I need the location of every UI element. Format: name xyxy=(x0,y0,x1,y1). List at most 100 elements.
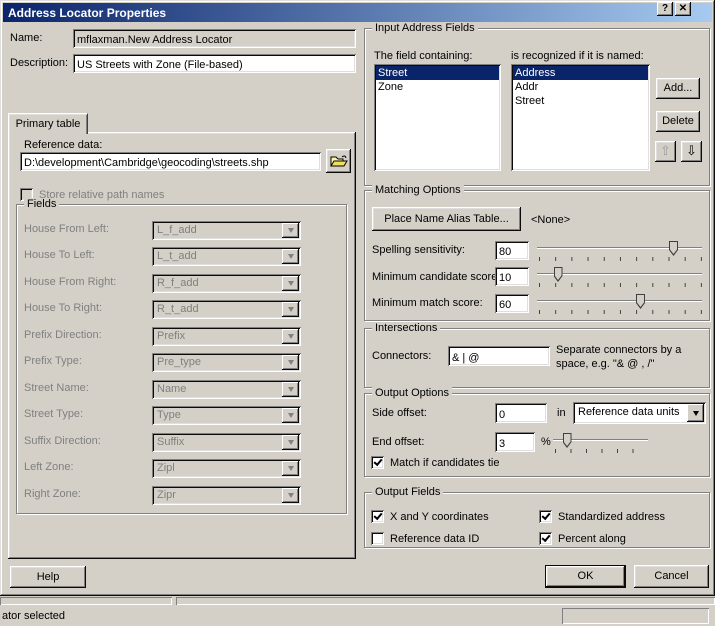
slider-thumb[interactable] xyxy=(553,267,563,282)
list-item-zone[interactable]: Zone xyxy=(376,80,499,94)
percent-along-checkbox[interactable] xyxy=(539,532,552,545)
field-row-label: House To Left: xyxy=(24,249,95,261)
end-offset-percent-label: % xyxy=(541,436,551,448)
fields-group-label: Fields xyxy=(24,198,60,210)
field-row-label: Prefix Direction: xyxy=(24,329,102,341)
ok-button[interactable]: OK xyxy=(545,565,626,588)
add-button[interactable]: Add... xyxy=(656,78,700,99)
field-containing-label: The field containing: xyxy=(374,50,473,62)
spelling-sensitivity-field[interactable] xyxy=(495,241,529,260)
spelling-sensitivity-slider[interactable] xyxy=(537,240,702,262)
side-offset-units-dropdown[interactable]: Reference data units xyxy=(573,402,706,424)
slider-thumb[interactable] xyxy=(636,294,645,309)
end-offset-label: End offset: xyxy=(372,436,425,448)
slider-thumb[interactable] xyxy=(562,433,572,448)
place-name-alias-table-button[interactable]: Place Name Alias Table... xyxy=(372,207,521,231)
combo-value: L_f_add xyxy=(157,224,197,236)
field-combo-house-from-right: R_f_add xyxy=(152,274,301,293)
reference-data-label: Reference data: xyxy=(24,139,103,151)
list-item-address[interactable]: Address xyxy=(513,66,648,80)
combo-value: Suffix xyxy=(157,436,185,448)
status-bar-text: ator selected xyxy=(2,610,65,622)
combo-value: Prefix xyxy=(157,330,186,342)
cancel-button[interactable]: Cancel xyxy=(634,565,709,588)
standardized-address-checkbox[interactable] xyxy=(539,510,552,523)
match-if-candidates-tie-checkbox[interactable] xyxy=(371,456,384,469)
field-combo-street-name: Name xyxy=(152,380,301,399)
field-combo-prefix-type: Pre_type xyxy=(152,353,301,372)
name-field[interactable] xyxy=(73,29,356,48)
minimum-candidate-score-slider[interactable] xyxy=(537,266,702,288)
dropdown-arrow-icon xyxy=(282,223,299,238)
field-combo-suffix-direction: Suffix xyxy=(152,433,301,452)
minimum-match-score-field[interactable] xyxy=(495,294,529,313)
screen: Address Locator Properties ? ✕ Name: Des… xyxy=(0,0,715,626)
slider-track xyxy=(537,300,702,302)
name-label: Name: xyxy=(10,32,43,44)
field-row-label: Street Type: xyxy=(24,408,84,420)
place-name-alias-table-label: Place Name Alias Table... xyxy=(384,213,509,225)
browse-reference-data-button[interactable] xyxy=(326,149,351,173)
field-row-label: House From Right: xyxy=(24,276,117,288)
side-offset-field[interactable] xyxy=(495,403,547,423)
address-locator-properties-dialog: Address Locator Properties ? ✕ Name: Des… xyxy=(0,0,715,596)
dropdown-arrow-icon[interactable] xyxy=(687,404,704,422)
close-icon: ✕ xyxy=(678,3,688,14)
window-title: Address Locator Properties xyxy=(8,5,167,20)
side-offset-label: Side offset: xyxy=(372,407,427,419)
description-field[interactable] xyxy=(73,54,356,73)
move-down-button[interactable]: ⇩ xyxy=(681,141,702,162)
combo-value: Type xyxy=(157,409,181,421)
field-row-label: House From Left: xyxy=(24,223,109,235)
output-fields-group-label: Output Fields xyxy=(372,486,444,498)
reference-data-id-checkbox[interactable] xyxy=(371,532,384,545)
open-folder-icon xyxy=(329,155,348,167)
context-help-button[interactable]: ? xyxy=(657,2,673,16)
combo-value: R_f_add xyxy=(157,277,199,289)
tab-primary-table-label: Primary table xyxy=(15,118,81,130)
dropdown-arrow-icon xyxy=(282,382,299,397)
list-item-street-alias[interactable]: Street xyxy=(513,94,648,108)
delete-button[interactable]: Delete xyxy=(656,111,700,132)
connectors-field[interactable] xyxy=(448,346,550,366)
tab-primary-table[interactable]: Primary table xyxy=(8,113,88,134)
field-combo-prefix-direction: Prefix xyxy=(152,327,301,346)
field-containing-list[interactable]: Street Zone xyxy=(374,64,501,171)
connectors-note-line1: Separate connectors by a xyxy=(556,344,682,356)
minimum-match-score-slider[interactable] xyxy=(537,293,702,315)
slider-thumb[interactable] xyxy=(669,241,678,256)
xy-coordinates-label: X and Y coordinates xyxy=(390,511,489,523)
percent-along-label: Percent along xyxy=(558,533,626,545)
end-offset-field[interactable] xyxy=(495,432,535,452)
field-combo-street-type: Type xyxy=(152,406,301,425)
slider-ticks xyxy=(555,449,648,453)
field-combo-house-from-left: L_f_add xyxy=(152,221,301,240)
output-options-group-label: Output Options xyxy=(372,387,452,399)
background-toolbar-strip xyxy=(0,597,172,605)
help-button[interactable]: Help xyxy=(10,566,86,588)
background-toolbar-strip xyxy=(176,597,715,605)
status-bar-panel xyxy=(562,608,709,624)
dropdown-arrow-icon xyxy=(282,435,299,450)
intersections-group-label: Intersections xyxy=(372,322,441,334)
field-row-label: House To Right: xyxy=(24,302,103,314)
side-offset-in-label: in xyxy=(557,407,566,419)
field-row-label: Prefix Type: xyxy=(24,355,82,367)
recognized-names-list[interactable]: Address Addr Street xyxy=(511,64,650,171)
dropdown-arrow-icon xyxy=(282,488,299,503)
slider-ticks xyxy=(539,310,702,314)
xy-coordinates-checkbox[interactable] xyxy=(371,510,384,523)
end-offset-slider[interactable] xyxy=(553,432,648,454)
reference-data-field[interactable] xyxy=(20,152,321,171)
title-bar[interactable]: Address Locator Properties xyxy=(3,3,712,22)
down-arrow-icon: ⇩ xyxy=(686,143,697,158)
close-button[interactable]: ✕ xyxy=(675,2,691,16)
combo-value: Name xyxy=(157,383,187,395)
spelling-sensitivity-label: Spelling sensitivity: xyxy=(372,244,465,256)
side-offset-units-value: Reference data units xyxy=(578,406,680,418)
list-item-addr[interactable]: Addr xyxy=(513,80,648,94)
minimum-candidate-score-field[interactable] xyxy=(495,267,529,286)
field-combo-house-to-left: L_t_add xyxy=(152,247,301,266)
cancel-button-label: Cancel xyxy=(654,570,689,582)
list-item-street[interactable]: Street xyxy=(376,66,499,80)
